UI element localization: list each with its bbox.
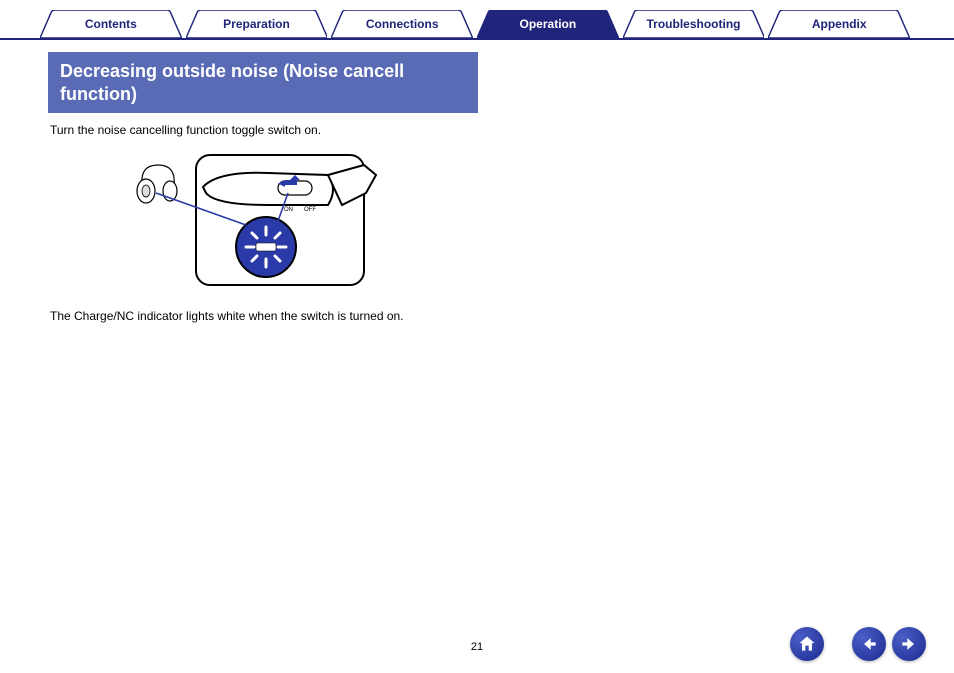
home-button[interactable]	[790, 627, 824, 661]
headphone-icon	[137, 165, 177, 203]
tab-troubleshooting[interactable]: Troubleshooting	[623, 10, 765, 38]
nav-tabs: Contents Preparation Connections Operati…	[0, 0, 954, 40]
next-page-button[interactable]	[892, 627, 926, 661]
tab-appendix[interactable]: Appendix	[768, 10, 910, 38]
tab-label: Operation	[477, 10, 619, 38]
section-title: Decreasing outside noise (Noise cancell …	[48, 52, 478, 113]
arrow-right-icon	[899, 634, 919, 654]
tab-label: Contents	[40, 10, 182, 38]
prev-page-button[interactable]	[852, 627, 886, 661]
section-intro: Turn the noise cancelling function toggl…	[50, 123, 914, 137]
tab-connections[interactable]: Connections	[331, 10, 473, 38]
arrow-left-icon	[859, 634, 879, 654]
home-icon	[797, 634, 817, 654]
tab-label: Appendix	[768, 10, 910, 38]
tab-operation[interactable]: Operation	[477, 10, 619, 38]
tab-preparation[interactable]: Preparation	[186, 10, 328, 38]
nav-buttons	[790, 627, 926, 661]
section-caption: The Charge/NC indicator lights white whe…	[50, 309, 914, 323]
tab-label: Preparation	[186, 10, 328, 38]
switch-off-label: OFF	[304, 207, 316, 213]
switch-on-label: ON	[284, 207, 293, 213]
page-content: Decreasing outside noise (Noise cancell …	[0, 40, 954, 323]
tab-label: Connections	[331, 10, 473, 38]
tab-contents[interactable]: Contents	[40, 10, 182, 38]
tab-label: Troubleshooting	[623, 10, 765, 38]
diagram-noise-cancel-switch: ON OFF	[48, 149, 478, 299]
